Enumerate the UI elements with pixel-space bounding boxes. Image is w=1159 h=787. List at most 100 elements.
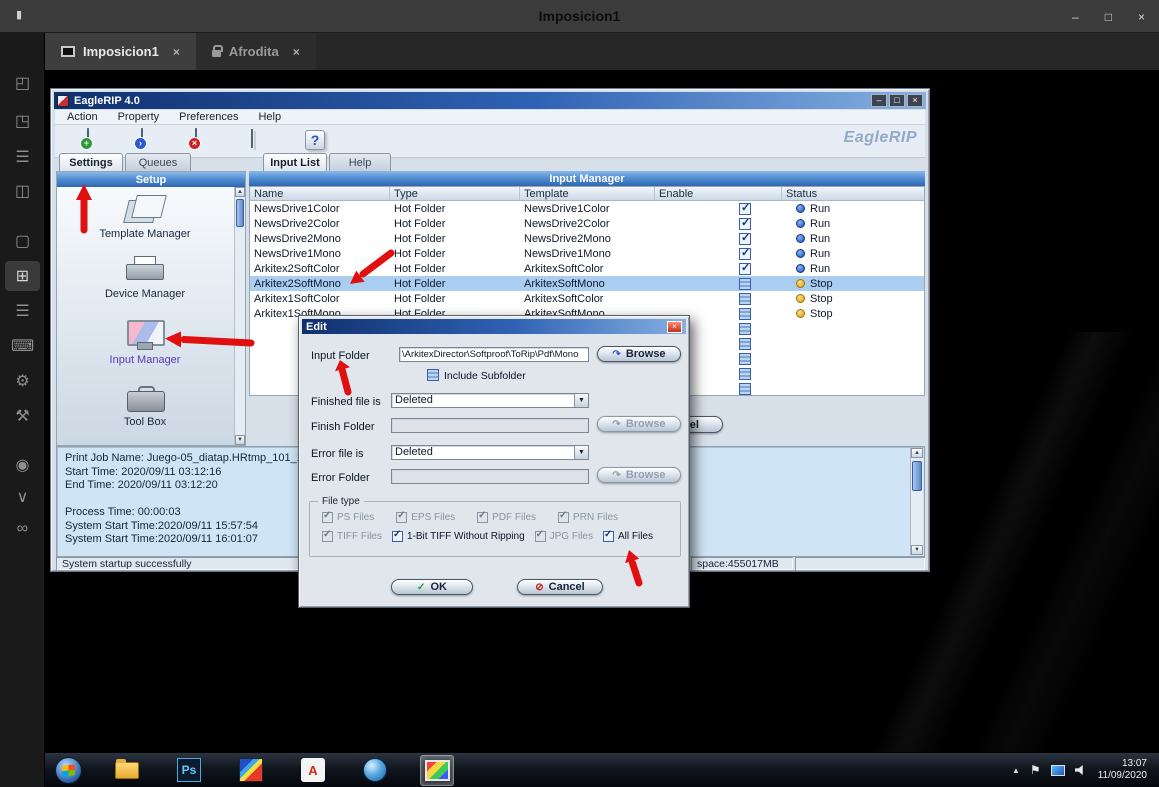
scroll-thumb[interactable] (236, 199, 244, 227)
scroll-up-icon[interactable]: ▲ (911, 448, 923, 458)
dialog-close-icon[interactable]: × (667, 321, 682, 333)
tab-close-icon[interactable]: × (293, 45, 300, 59)
eaglerip-maximize-icon[interactable]: □ (889, 94, 905, 107)
col-template[interactable]: Template (520, 187, 655, 200)
enable-checkbox[interactable] (739, 248, 751, 260)
finished-file-select[interactable]: Deleted ▼ (391, 393, 589, 408)
enable-checkbox[interactable] (739, 218, 751, 230)
setup-item-input-manager[interactable]: Input Manager (57, 320, 233, 366)
enable-checkbox[interactable] (739, 308, 751, 320)
tray-expand-icon[interactable]: ▲ (1012, 766, 1020, 775)
enable-checkbox[interactable] (739, 263, 751, 275)
close-icon[interactable]: × (1138, 10, 1145, 24)
file-type-checkbox[interactable]: ✓ PRN Files (558, 512, 618, 523)
table-row[interactable]: NewsDrive2Color Hot Folder NewsDrive2Col… (250, 216, 924, 231)
setup-item-tool-box[interactable]: Tool Box (57, 386, 233, 428)
setup-item-device-manager[interactable]: Device Manager (57, 256, 233, 300)
file-type-checkbox[interactable]: ✓ All Files (603, 531, 653, 542)
table-row[interactable]: NewsDrive1Color Hot Folder NewsDrive1Col… (250, 201, 924, 216)
enable-checkbox[interactable] (739, 278, 751, 290)
taskbar-pdf-reader[interactable]: A (296, 755, 330, 786)
file-type-checkbox[interactable]: ✓ 1-Bit TIFF Without Ripping (392, 531, 525, 542)
send-queue-icon[interactable] (141, 129, 143, 147)
setup-scrollbar[interactable]: ▲ ▼ (234, 187, 245, 445)
display-tray-icon[interactable] (1051, 765, 1065, 776)
selection-box-icon[interactable]: ▢ (0, 226, 45, 256)
dropdown-arrow-icon[interactable]: ▼ (574, 394, 588, 407)
error-file-select[interactable]: Deleted ▼ (391, 445, 589, 460)
scroll-thumb[interactable] (912, 461, 922, 491)
table-row[interactable]: NewsDrive1Mono Hot Folder NewsDrive1Mono… (250, 246, 924, 261)
taskbar-image-viewer[interactable] (234, 755, 268, 786)
action-center-flag-icon[interactable]: ⚑ (1030, 763, 1041, 777)
minimize-icon[interactable]: – (1072, 10, 1079, 24)
link-icon[interactable]: ∞ (0, 514, 45, 544)
eaglerip-titlebar[interactable]: EagleRIP 4.0 – □ × (54, 92, 926, 109)
file-type-checkbox[interactable]: ✓ PS Files (322, 512, 374, 523)
col-name[interactable]: Name (250, 187, 390, 200)
include-subfolder-checkbox[interactable] (427, 369, 439, 381)
taskbar-explorer[interactable] (110, 755, 144, 786)
browse-input-folder-button[interactable]: ↷ Browse (597, 346, 681, 362)
table-row[interactable]: Arkitex2SoftMono Hot Folder ArkitexSoftM… (250, 276, 924, 291)
keyboard-icon[interactable]: ⌨ (0, 331, 45, 361)
menu-action[interactable]: Action (67, 111, 98, 123)
camera-icon[interactable]: ◉ (0, 450, 45, 480)
help-icon[interactable]: ? (305, 130, 325, 150)
tools-hammer-icon[interactable]: ⚒ (0, 401, 45, 431)
scroll-up-icon[interactable]: ▲ (235, 187, 245, 197)
finish-folder-field[interactable] (391, 418, 589, 433)
ok-button[interactable]: ✓ OK (391, 579, 473, 595)
file-type-checkbox[interactable]: ✓ JPG Files (535, 531, 593, 542)
start-button[interactable] (55, 757, 82, 784)
capture-region-icon[interactable]: ◰ (0, 68, 45, 98)
chevron-down-icon[interactable]: ∨ (0, 482, 45, 512)
file-type-checkbox[interactable]: ✓ PDF Files (477, 512, 536, 523)
col-status[interactable]: Status (782, 187, 924, 200)
col-enable[interactable]: Enable (655, 187, 782, 200)
status-scrollbar[interactable]: ▲ ▼ (910, 448, 923, 555)
enable-checkbox[interactable] (739, 353, 751, 365)
edit-dialog-titlebar[interactable]: Edit × (302, 319, 686, 334)
scroll-down-icon[interactable]: ▼ (235, 435, 245, 445)
table-row[interactable]: NewsDrive2Mono Hot Folder NewsDrive2Mono… (250, 231, 924, 246)
col-type[interactable]: Type (390, 187, 520, 200)
taskbar-eaglerip-active[interactable] (420, 755, 454, 786)
input-folder-field[interactable]: \ArkitexDirector\Softproof\ToRip\Pdf\Mon… (399, 347, 589, 362)
enable-checkbox[interactable] (739, 233, 751, 245)
scroll-down-icon[interactable]: ▼ (911, 545, 923, 555)
file-type-checkbox[interactable]: ✓ TIFF Files (322, 531, 382, 542)
tab-afrodita[interactable]: Afrodita × (196, 33, 316, 70)
delete-queue-icon[interactable] (195, 129, 197, 147)
list-lines-icon[interactable]: ☰ (0, 296, 45, 326)
tab-close-icon[interactable]: × (173, 45, 180, 59)
settings-gear-icon[interactable]: ⚙ (0, 366, 45, 396)
dropdown-arrow-icon[interactable]: ▼ (574, 446, 588, 459)
clock[interactable]: 13:07 11/09/2020 (1098, 758, 1147, 782)
enable-checkbox[interactable] (739, 293, 751, 305)
document-icon[interactable] (251, 130, 253, 148)
add-input-icon[interactable] (87, 129, 89, 147)
eaglerip-close-icon[interactable]: × (907, 94, 923, 107)
window-panel-icon[interactable]: ◫ (0, 176, 45, 206)
menu-preferences[interactable]: Preferences (179, 111, 238, 123)
menu-help[interactable]: Help (258, 111, 281, 123)
eaglerip-minimize-icon[interactable]: – (871, 94, 887, 107)
enable-checkbox[interactable] (739, 203, 751, 215)
table-row[interactable]: Arkitex2SoftColor Hot Folder ArkitexSoft… (250, 261, 924, 276)
tab-imposicion1[interactable]: Imposicion1 × (45, 33, 196, 70)
tab-settings[interactable]: Settings (59, 153, 123, 171)
maximize-icon[interactable]: □ (1105, 10, 1112, 24)
menu-property[interactable]: Property (118, 111, 160, 123)
cancel-button[interactable]: ⊘ Cancel (517, 579, 603, 595)
menu-lines-icon[interactable]: ☰ (0, 142, 45, 172)
enable-checkbox[interactable] (739, 338, 751, 350)
taskbar-photoshop[interactable]: Ps (172, 755, 206, 786)
tab-queues[interactable]: Queues (125, 153, 191, 171)
enable-checkbox[interactable] (739, 368, 751, 380)
error-folder-field[interactable] (391, 469, 589, 484)
taskbar-browser[interactable] (358, 755, 392, 786)
enable-checkbox[interactable] (739, 323, 751, 335)
setup-item-template-manager[interactable]: Template Manager (57, 194, 233, 240)
file-type-checkbox[interactable]: ✓ EPS Files (396, 512, 455, 523)
